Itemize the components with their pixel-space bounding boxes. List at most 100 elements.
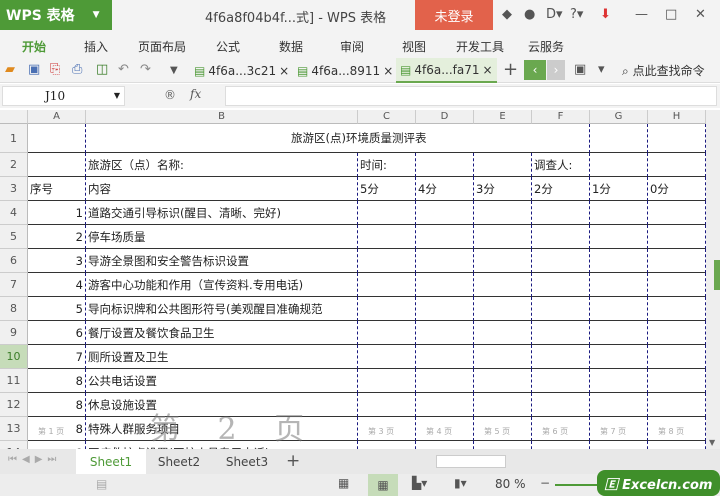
export-pdf-icon[interactable]: ⎘	[50, 62, 60, 77]
cell[interactable]	[358, 273, 416, 297]
cell[interactable]: 旅游区(点)环境质量测评表	[86, 124, 426, 153]
cell[interactable]: 4分	[416, 177, 474, 201]
item-content-cell[interactable]: 导游全景图和安全警告标识设置	[86, 249, 358, 273]
item-content-cell[interactable]: 道路交通引导标识(醒目、清晰、完好)	[86, 201, 358, 225]
save-icon[interactable]: ▣	[28, 62, 40, 77]
cell[interactable]: 时间:	[358, 153, 416, 177]
close-icon[interactable]: ×	[279, 64, 289, 78]
undo-icon[interactable]: ↶	[118, 62, 129, 77]
sheet-tab-sheet2[interactable]: Sheet2	[144, 449, 214, 474]
close-icon[interactable]: ×	[383, 64, 393, 78]
item-content-cell[interactable]: 导向标识牌和公共图形符号(美观醒目准确规范	[86, 297, 358, 321]
cell[interactable]	[474, 153, 532, 177]
cell[interactable]: 调查人:	[532, 153, 590, 177]
close-button[interactable]: ✕	[695, 7, 706, 22]
new-tab-icon[interactable]: +	[503, 59, 518, 80]
cell[interactable]	[648, 225, 706, 249]
cell[interactable]	[532, 441, 590, 449]
item-content-cell[interactable]: 厕所设置及卫生	[86, 345, 358, 369]
cell[interactable]: 1分	[590, 177, 648, 201]
cell[interactable]	[28, 153, 86, 177]
zoom-formula-icon[interactable]: ®	[164, 88, 176, 102]
column-header-D[interactable]: D	[416, 110, 474, 124]
cell[interactable]	[532, 273, 590, 297]
minimize-button[interactable]: —	[635, 7, 648, 22]
cell[interactable]	[474, 124, 532, 153]
cell[interactable]: 9	[28, 441, 86, 449]
cell[interactable]	[590, 153, 648, 177]
tab-list-icon[interactable]: ▾	[598, 62, 605, 77]
print-preview-icon[interactable]: ◫	[96, 62, 108, 77]
cell[interactable]	[474, 297, 532, 321]
cell[interactable]	[474, 321, 532, 345]
help-icon[interactable]: ?▾	[570, 7, 583, 22]
feedback-icon[interactable]: D▾	[546, 7, 563, 22]
row-header-10[interactable]: 10	[0, 345, 28, 369]
wps-app-menu[interactable]: WPS 表格 ▼	[0, 0, 112, 30]
cell[interactable]	[532, 393, 590, 417]
cell[interactable]: 5分	[358, 177, 416, 201]
login-button[interactable]: 未登录	[415, 0, 493, 30]
cell[interactable]	[590, 441, 648, 449]
cell[interactable]	[358, 321, 416, 345]
column-header-G[interactable]: G	[590, 110, 648, 124]
cell[interactable]: 内容	[86, 177, 358, 201]
cell[interactable]	[474, 225, 532, 249]
cell[interactable]	[416, 393, 474, 417]
menu-formula[interactable]: 公式	[216, 38, 240, 55]
cell[interactable]	[474, 369, 532, 393]
column-header-F[interactable]: F	[532, 110, 590, 124]
column-header-E[interactable]: E	[474, 110, 532, 124]
cell[interactable]	[590, 201, 648, 225]
redo-icon[interactable]: ↷	[140, 62, 151, 77]
cell[interactable]	[474, 249, 532, 273]
cell[interactable]	[416, 201, 474, 225]
select-all-corner[interactable]	[0, 110, 28, 124]
cell[interactable]	[590, 321, 648, 345]
cell[interactable]: 8	[28, 393, 86, 417]
cell[interactable]	[648, 369, 706, 393]
cell[interactable]: 3分	[474, 177, 532, 201]
eye-protect-icon[interactable]: ▮▾	[454, 476, 467, 490]
cell[interactable]	[648, 201, 706, 225]
row-header-3[interactable]: 3	[0, 177, 28, 201]
cell[interactable]	[28, 124, 86, 153]
cell[interactable]	[648, 153, 706, 177]
cell[interactable]	[416, 345, 474, 369]
cell[interactable]	[416, 249, 474, 273]
tab-scroll-left-button[interactable]: ‹	[524, 60, 546, 80]
row-header-11[interactable]: 11	[0, 369, 28, 393]
cell[interactable]	[532, 225, 590, 249]
menu-home[interactable]: 开始	[22, 38, 46, 55]
cell[interactable]	[648, 345, 706, 369]
cell[interactable]	[416, 297, 474, 321]
cell[interactable]	[416, 273, 474, 297]
row-header-9[interactable]: 9	[0, 321, 28, 345]
column-header-C[interactable]: C	[358, 110, 416, 124]
side-panel-handle[interactable]	[714, 260, 720, 290]
row-header-14[interactable]: 14	[0, 441, 28, 449]
row-header-13[interactable]: 13	[0, 417, 28, 441]
column-header-A[interactable]: A	[28, 110, 86, 124]
sheet-tab-sheet3[interactable]: Sheet3	[212, 449, 282, 474]
command-search[interactable]: ⌕ 点此查找命令	[622, 62, 705, 79]
cell[interactable]	[648, 321, 706, 345]
cell[interactable]	[590, 393, 648, 417]
menu-insert[interactable]: 插入	[84, 38, 108, 55]
spreadsheet-grid[interactable]: A B C D E F G H 1 旅游区(点)环境质量测评表 2 旅游区（点）名称: 时间: 调查人: 3…	[0, 110, 706, 449]
zoom-level[interactable]: 80 %	[495, 477, 526, 491]
cell[interactable]	[532, 249, 590, 273]
cell[interactable]	[648, 124, 706, 153]
cell[interactable]	[358, 249, 416, 273]
cell[interactable]: 旅游区（点）名称:	[86, 153, 358, 177]
cell[interactable]	[532, 201, 590, 225]
name-box[interactable]: J10 ▼	[2, 86, 125, 106]
cell[interactable]	[358, 297, 416, 321]
doc-tab-1[interactable]: ▤ 4f6a...3c21 ×	[190, 58, 293, 83]
close-icon[interactable]: ×	[482, 63, 492, 77]
normal-view-icon[interactable]: ▦	[338, 476, 349, 490]
cell[interactable]	[358, 345, 416, 369]
cell[interactable]	[416, 441, 474, 449]
cell[interactable]	[532, 345, 590, 369]
row-header-12[interactable]: 12	[0, 393, 28, 417]
